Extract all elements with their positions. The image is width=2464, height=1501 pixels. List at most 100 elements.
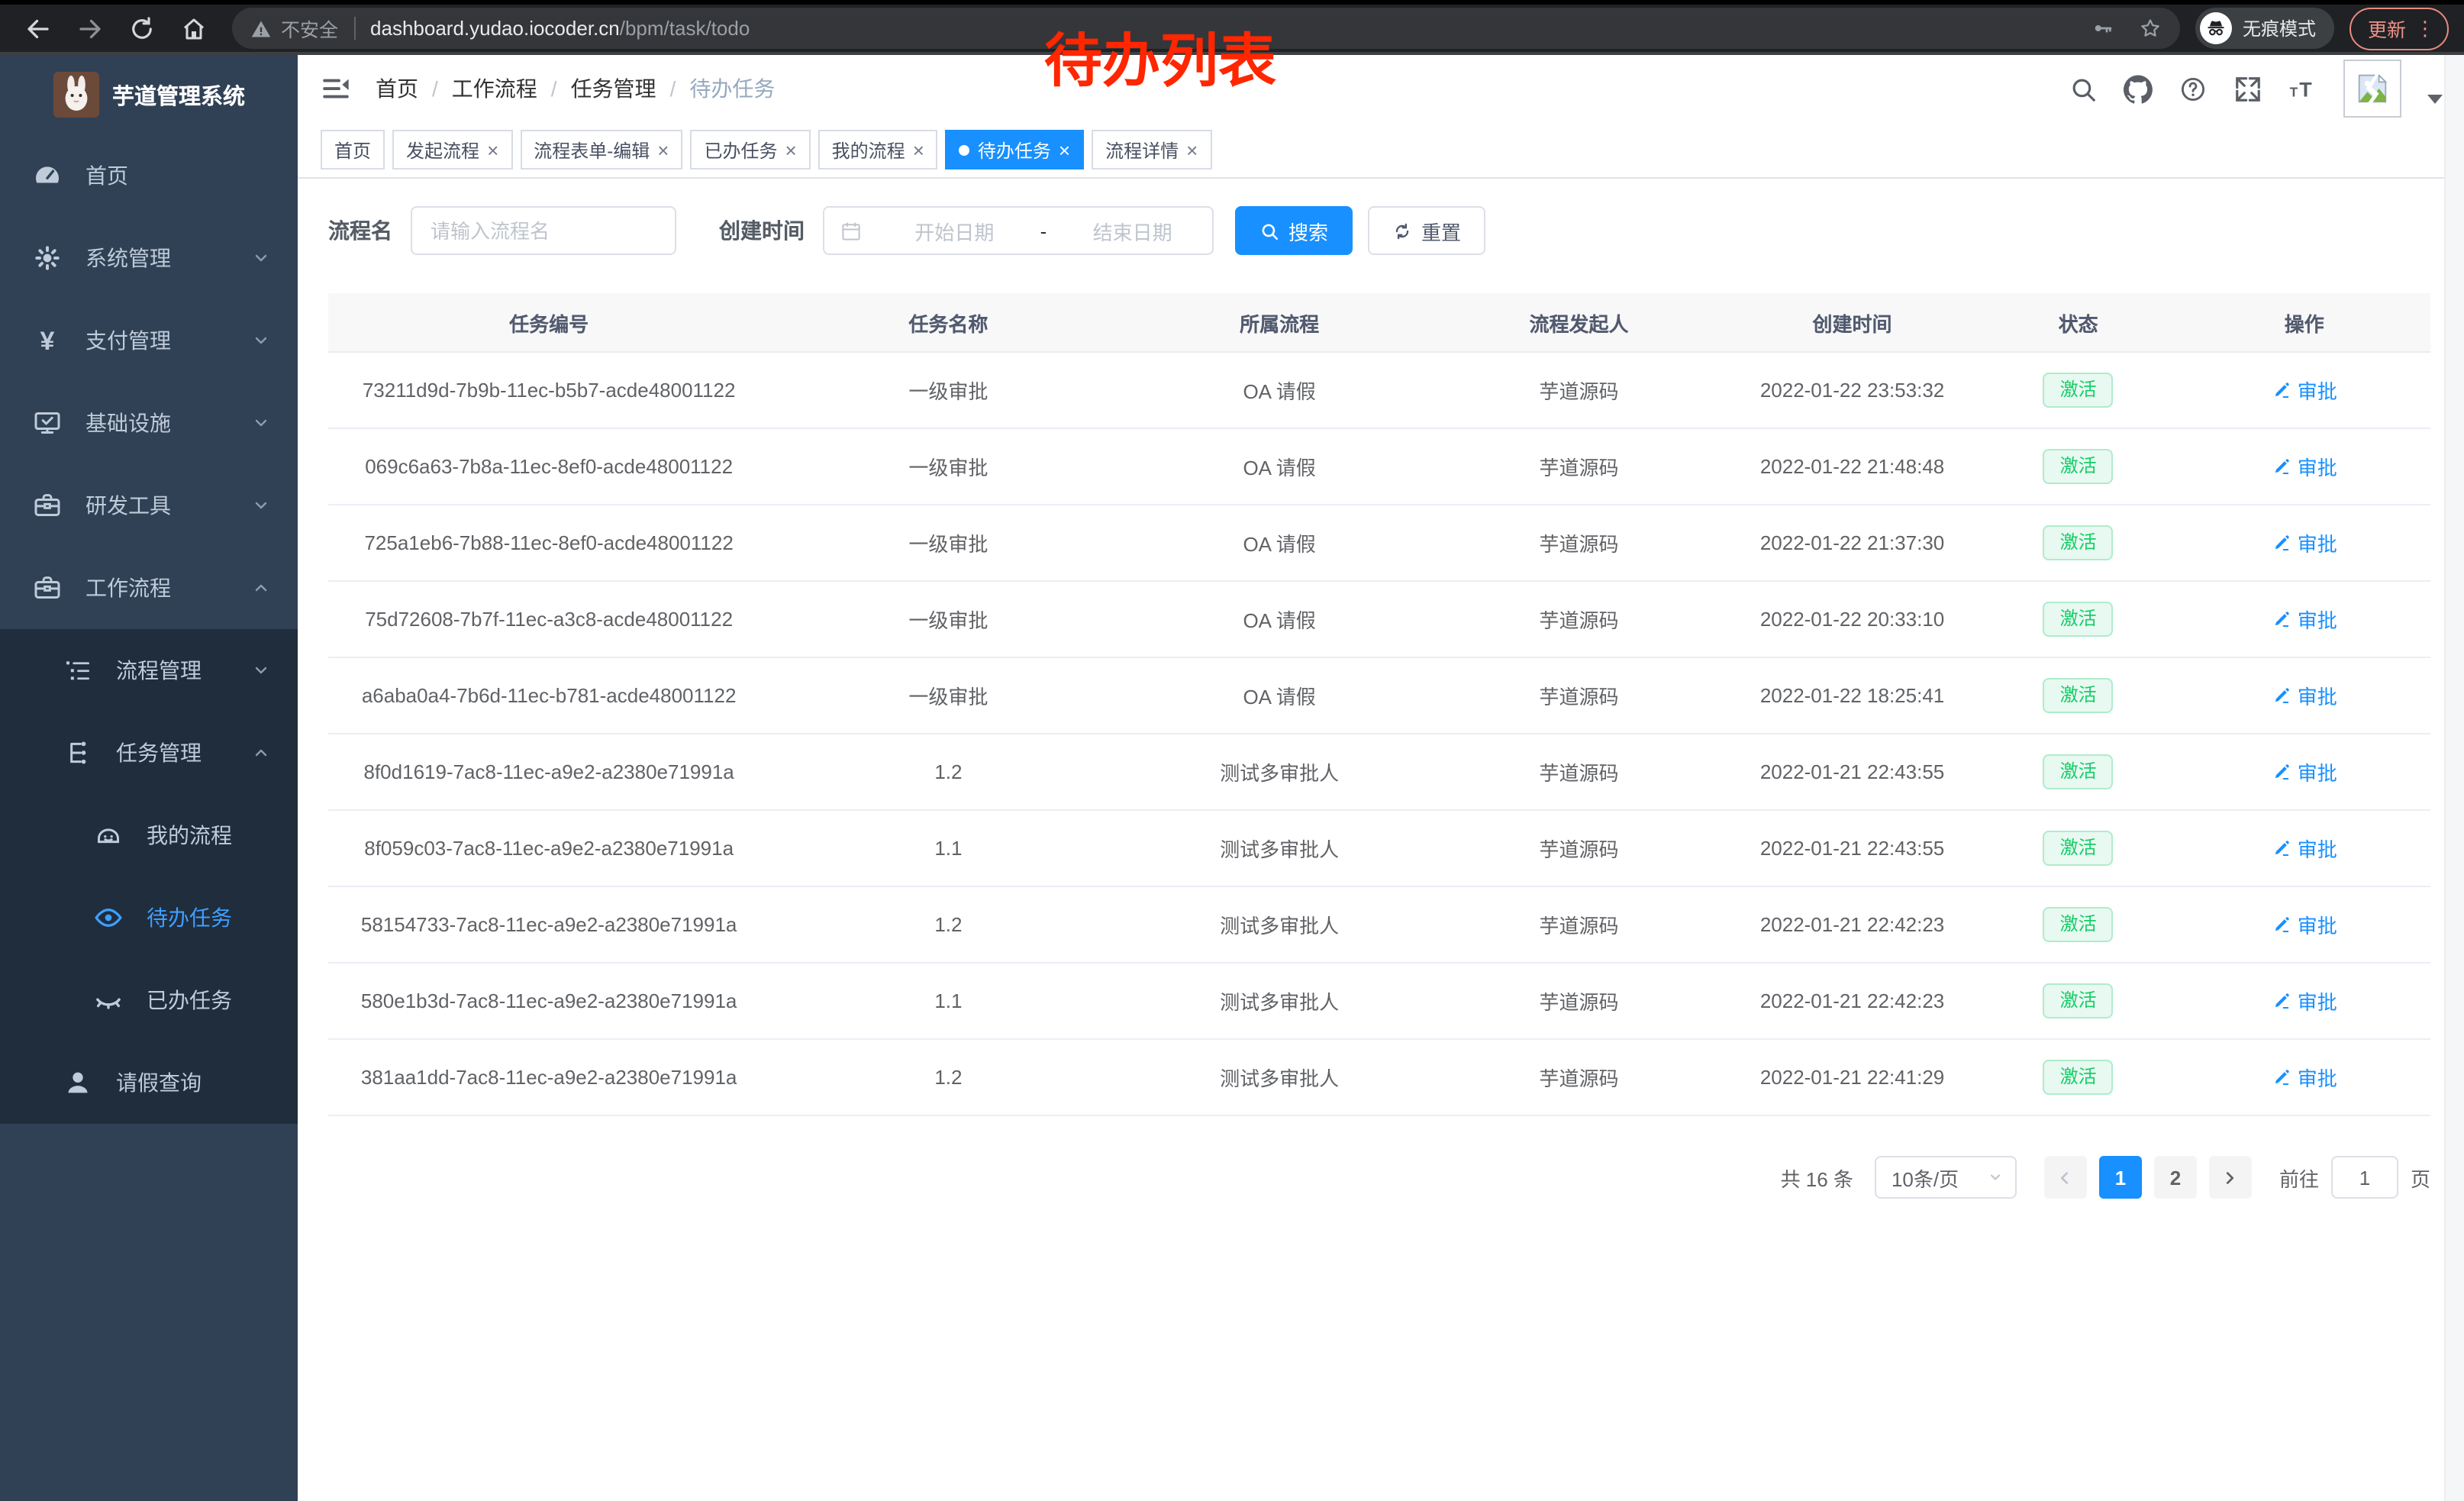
cell-created: 2022-01-21 22:42:23 xyxy=(1726,963,1978,1039)
status-badge: 激活 xyxy=(2043,525,2114,560)
back-icon[interactable] xyxy=(24,15,52,42)
sidebar-item-process-mgmt[interactable]: 流程管理 xyxy=(0,629,298,712)
tag-my-process[interactable]: 我的流程× xyxy=(818,130,938,169)
edit-icon xyxy=(2272,762,2291,782)
sidebar-item-infra[interactable]: 基础设施 xyxy=(0,382,298,464)
cell-process: 测试多审批人 xyxy=(1127,963,1431,1039)
address-divider xyxy=(353,17,355,40)
security-label[interactable]: 不安全 xyxy=(281,14,338,43)
github-icon[interactable] xyxy=(2124,74,2153,103)
approve-link[interactable]: 审批 xyxy=(2272,834,2337,863)
dashboard-icon xyxy=(31,159,64,192)
font-size-icon[interactable]: TT xyxy=(2288,74,2317,103)
close-icon[interactable]: × xyxy=(657,140,669,160)
warning-icon[interactable] xyxy=(250,18,272,39)
prev-page-button[interactable] xyxy=(2044,1156,2087,1199)
approve-link[interactable]: 审批 xyxy=(2272,376,2337,405)
active-dot xyxy=(959,144,970,155)
star-icon[interactable] xyxy=(2139,17,2162,40)
approve-link[interactable]: 审批 xyxy=(2272,757,2337,786)
goto-page-input[interactable] xyxy=(2331,1156,2398,1199)
chevron-down-icon xyxy=(252,496,270,515)
cell-task-name: 一级审批 xyxy=(769,657,1127,734)
sidebar-toggle-icon[interactable] xyxy=(321,73,351,104)
sidebar-item-label: 待办任务 xyxy=(147,902,232,933)
cell-created: 2022-01-22 18:25:41 xyxy=(1726,657,1978,734)
forward-icon[interactable] xyxy=(76,15,104,42)
app-logo-row[interactable]: 芋道管理系统 xyxy=(0,55,298,134)
process-name-input[interactable] xyxy=(411,206,676,255)
sidebar-item-workflow[interactable]: 工作流程 xyxy=(0,547,298,629)
sidebar-item-todo-tasks[interactable]: 待办任务 xyxy=(0,876,298,959)
reload-icon[interactable] xyxy=(128,15,156,42)
tag-process-detail[interactable]: 流程详情× xyxy=(1092,130,1211,169)
cell-process: 测试多审批人 xyxy=(1127,734,1431,810)
avatar[interactable] xyxy=(2343,60,2401,118)
fullscreen-icon[interactable] xyxy=(2233,74,2262,103)
url-text[interactable]: dashboard.yudao.iocoder.cn/bpm/task/todo xyxy=(370,17,750,40)
page-button-1[interactable]: 1 xyxy=(2099,1156,2142,1199)
cell-created: 2022-01-22 21:37:30 xyxy=(1726,505,1978,581)
tag-start-process[interactable]: 发起流程× xyxy=(392,130,512,169)
cell-created: 2022-01-22 20:33:10 xyxy=(1726,581,1978,657)
start-date-placeholder[interactable]: 开始日期 xyxy=(875,216,1034,245)
screenshot-stage: 不安全 dashboard.yudao.iocoder.cn/bpm/task/… xyxy=(0,0,2464,1501)
sidebar-item-task-mgmt[interactable]: 任务管理 xyxy=(0,712,298,794)
search-button[interactable]: 搜索 xyxy=(1235,206,1353,255)
address-bar[interactable]: 不安全 dashboard.yudao.iocoder.cn/bpm/task/… xyxy=(232,8,2180,49)
reset-button[interactable]: 重置 xyxy=(1368,206,1485,255)
update-button[interactable]: 更新 ⋮ xyxy=(2350,7,2449,50)
breadcrumb-home[interactable]: 首页 xyxy=(376,73,418,104)
page-scroll-gutter[interactable] xyxy=(2444,55,2464,1501)
next-page-button[interactable] xyxy=(2209,1156,2252,1199)
breadcrumb-workflow[interactable]: 工作流程 xyxy=(452,73,537,104)
close-icon[interactable]: × xyxy=(913,140,924,160)
approve-link[interactable]: 审批 xyxy=(2272,452,2337,481)
edit-icon xyxy=(2272,380,2291,400)
cell-starter: 芋道源码 xyxy=(1432,505,1727,581)
sidebar-item-payment[interactable]: ¥ 支付管理 xyxy=(0,299,298,382)
sidebar-item-leave-query[interactable]: 请假查询 xyxy=(0,1041,298,1124)
tag-done-tasks[interactable]: 已办任务× xyxy=(690,130,810,169)
close-icon[interactable]: × xyxy=(1059,140,1070,160)
status-badge: 激活 xyxy=(2043,983,2114,1018)
table-body: 73211d9d-7b9b-11ec-b5b7-acde48001122 一级审… xyxy=(328,352,2430,1115)
approve-link[interactable]: 审批 xyxy=(2272,605,2337,634)
end-date-placeholder[interactable]: 结束日期 xyxy=(1053,216,1212,245)
tag-todo-tasks[interactable]: 待办任务× xyxy=(946,130,1084,169)
breadcrumb-task-mgmt[interactable]: 任务管理 xyxy=(571,73,656,104)
approve-link[interactable]: 审批 xyxy=(2272,1063,2337,1092)
caret-down-icon[interactable] xyxy=(2427,95,2443,104)
page-button-2[interactable]: 2 xyxy=(2154,1156,2197,1199)
key-icon[interactable] xyxy=(2091,17,2114,40)
home-icon[interactable] xyxy=(180,15,208,42)
approve-link[interactable]: 审批 xyxy=(2272,910,2337,939)
sidebar-item-done-tasks[interactable]: 已办任务 xyxy=(0,959,298,1041)
sidebar-item-system[interactable]: 系统管理 xyxy=(0,217,298,299)
help-icon[interactable] xyxy=(2179,74,2208,103)
cell-created: 2022-01-21 22:43:55 xyxy=(1726,734,1978,810)
close-icon[interactable]: × xyxy=(785,140,796,160)
cell-task-name: 一级审批 xyxy=(769,505,1127,581)
sidebar-item-home[interactable]: 首页 xyxy=(0,134,298,217)
tag-process-form-edit[interactable]: 流程表单-编辑× xyxy=(520,130,682,169)
approve-link[interactable]: 审批 xyxy=(2272,528,2337,557)
tag-home[interactable]: 首页 xyxy=(321,130,385,169)
sidebar-item-label: 首页 xyxy=(85,160,128,191)
search-icon[interactable] xyxy=(2069,74,2098,103)
page-size-select[interactable]: 10条/页 xyxy=(1875,1156,2017,1199)
tags-view-bar: 首页 发起流程× 流程表单-编辑× 已办任务× 我的流程× 待办任务× 流程详情… xyxy=(298,122,2464,179)
col-status: 状态 xyxy=(1979,293,2179,352)
sidebar-item-my-process[interactable]: 我的流程 xyxy=(0,794,298,876)
approve-link[interactable]: 审批 xyxy=(2272,986,2337,1015)
edit-icon xyxy=(2272,991,2291,1011)
table-row: 58154733-7ac8-11ec-a9e2-a2380e71991a 1.2… xyxy=(328,886,2430,963)
date-range-picker[interactable]: 开始日期 - 结束日期 xyxy=(823,206,1214,255)
close-icon[interactable]: × xyxy=(487,140,498,160)
edit-icon xyxy=(2272,915,2291,934)
approve-link[interactable]: 审批 xyxy=(2272,681,2337,710)
close-icon[interactable]: × xyxy=(1186,140,1198,160)
browser-menu-icon[interactable]: ⋮ xyxy=(2415,18,2435,38)
sidebar-item-devtools[interactable]: 研发工具 xyxy=(0,464,298,547)
filter-form: 流程名 创建时间 开始日期 - 结束日期 搜索 重 xyxy=(328,206,2430,255)
